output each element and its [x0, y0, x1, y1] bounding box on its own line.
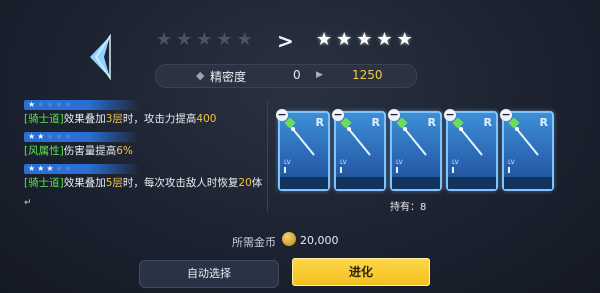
upgrade-arrow: >	[277, 29, 294, 53]
star-icon: ★	[356, 29, 373, 50]
divider	[267, 100, 268, 212]
star-icon: ★	[28, 100, 36, 109]
star-icon: ★	[316, 29, 333, 50]
back-arrow-icon[interactable]	[84, 33, 118, 81]
effect-text-part: [骑士道]	[24, 113, 64, 125]
card-footer	[336, 177, 384, 189]
current-star-rating: ★ ★ ★ ★ ★	[156, 31, 253, 49]
effect-star-strip: ★ ★ ★ ★ ★	[24, 132, 140, 142]
star-icon: ★	[46, 100, 54, 109]
star-icon: ★	[396, 29, 413, 50]
precision-to: 1250	[352, 68, 383, 82]
material-card[interactable]: − R LV	[500, 109, 554, 191]
spear-icon	[459, 127, 487, 158]
card-footer	[448, 177, 496, 189]
spear-icon	[291, 127, 319, 158]
effect-row: ★ ★ ★ ★ ★ [骑士道]效果叠加5层时，每次攻击敌人时恢复20体	[24, 164, 264, 190]
effect-text-part: 体	[251, 177, 263, 189]
star-icon: ★	[156, 29, 173, 50]
diamond-icon: ◆	[196, 69, 205, 82]
effect-text-part: [风属性]	[24, 145, 64, 157]
star-icon: ★	[37, 132, 45, 141]
star-icon: ★	[55, 132, 63, 141]
effect-text: [风属性]伤害量提高6%	[24, 144, 264, 158]
effect-text-part: [骑士道]	[24, 177, 64, 189]
effect-star-strip: ★ ★ ★ ★ ★	[24, 100, 140, 110]
spear-icon	[347, 127, 375, 158]
effect-text-part: 3层	[105, 113, 123, 125]
precision-bar: ◆ 精密度 0 ▶ 1250	[155, 64, 417, 88]
card-level: LV	[396, 159, 403, 166]
effect-text-part: 6%	[116, 145, 133, 157]
target-star-rating: ★ ★ ★ ★ ★	[316, 31, 413, 49]
spear-icon	[403, 127, 431, 158]
precision-label: 精密度	[210, 70, 247, 84]
effect-text-part: 时，每次攻击敌人时恢复	[122, 177, 239, 189]
gold-coin-icon	[282, 232, 296, 246]
effect-text-part: 伤害量提高	[63, 145, 117, 157]
star-icon: ★	[236, 29, 253, 50]
card-level: LV	[508, 159, 515, 166]
effect-row: ★ ★ ★ ★ ★ [风属性]伤害量提高6%	[24, 132, 264, 158]
level-bar	[508, 167, 510, 173]
star-icon: ★	[37, 100, 45, 109]
card-level: LV	[452, 159, 459, 166]
effect-text-part: 400	[196, 113, 217, 125]
star-icon: ★	[64, 164, 72, 173]
effect-text: [骑士道]效果叠加5层时，每次攻击敌人时恢复20体	[24, 176, 264, 190]
cost-value: 20,000	[300, 234, 339, 247]
effect-text-part: 效果叠加	[63, 177, 106, 189]
effect-text: [骑士道]效果叠加3层时，攻击力提高400	[24, 112, 264, 126]
card-footer	[392, 177, 440, 189]
evolve-button[interactable]: 进化	[292, 258, 430, 286]
effect-continuation: ↵	[24, 198, 32, 208]
effect-text-part: 时，攻击力提高	[122, 113, 197, 125]
level-bar	[340, 167, 342, 173]
effect-text-part: 效果叠加	[63, 113, 106, 125]
card-footer	[504, 177, 552, 189]
star-icon: ★	[28, 164, 36, 173]
star-icon: ★	[64, 132, 72, 141]
cost-label: 所需金币	[232, 236, 276, 249]
star-icon: ★	[336, 29, 353, 50]
card-level: LV	[340, 159, 347, 166]
star-icon: ★	[196, 29, 213, 50]
star-icon: ★	[46, 164, 54, 173]
effect-star-strip: ★ ★ ★ ★ ★	[24, 164, 140, 174]
star-icon: ★	[28, 132, 36, 141]
level-bar	[452, 167, 454, 173]
arrow-right-icon: ▶	[316, 70, 323, 80]
star-icon: ★	[55, 100, 63, 109]
level-bar	[396, 167, 398, 173]
holding-count: 持有：8	[390, 202, 427, 213]
auto-select-button[interactable]: 自动选择	[139, 260, 279, 288]
effect-text-part: 5层	[105, 177, 123, 189]
material-card[interactable]: − R LV	[388, 109, 442, 191]
level-bar	[284, 167, 286, 173]
material-card[interactable]: − R LV	[276, 109, 330, 191]
effect-text-part: 20	[238, 177, 252, 189]
star-icon: ★	[64, 100, 72, 109]
card-level: LV	[284, 159, 291, 166]
material-card[interactable]: − R LV	[444, 109, 498, 191]
effect-row: ★ ★ ★ ★ ★ [骑士道]效果叠加3层时，攻击力提高400	[24, 100, 264, 126]
star-icon: ★	[176, 29, 193, 50]
star-icon: ★	[37, 164, 45, 173]
material-card[interactable]: − R LV	[332, 109, 386, 191]
card-footer	[280, 177, 328, 189]
precision-from: 0	[293, 68, 301, 82]
spear-icon	[515, 127, 543, 158]
star-icon: ★	[376, 29, 393, 50]
star-icon: ★	[55, 164, 63, 173]
star-icon: ★	[216, 29, 233, 50]
star-icon: ★	[46, 132, 54, 141]
